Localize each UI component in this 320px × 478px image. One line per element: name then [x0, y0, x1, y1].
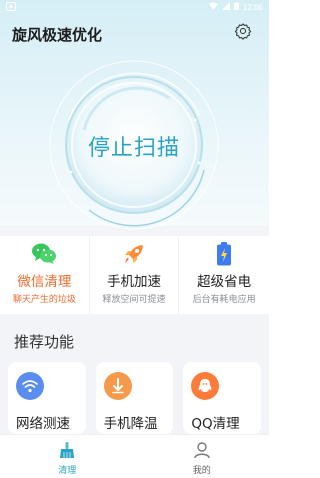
status-time: 12:06	[242, 2, 263, 12]
status-bar: 12:06	[0, 0, 269, 14]
battery-status-icon	[233, 2, 239, 12]
nav-label: 清理	[58, 466, 77, 476]
recommend-label: QQ清理	[191, 416, 240, 432]
feature-row: 微信清理 聊天产生的垃圾 手机加速 释放空间可提速 超级省电 后台有耗电应用	[0, 236, 269, 314]
scan-button[interactable]: 停止扫描	[49, 60, 219, 230]
feature-title: 超级省电	[197, 274, 252, 290]
wifi-icon	[16, 372, 44, 400]
signal-icon	[221, 2, 230, 12]
wechat-icon	[31, 242, 57, 266]
feature-title: 手机加速	[106, 274, 161, 290]
nav-item-mine[interactable]: 我的	[135, 435, 270, 478]
user-icon	[193, 441, 211, 461]
battery-icon	[216, 242, 232, 266]
recommend-label: 手机降温	[103, 416, 158, 432]
recommend-qq-clean[interactable]: QQ清理	[183, 362, 262, 434]
wifi-status-icon	[208, 2, 218, 12]
rocket-icon	[122, 242, 146, 266]
recommend-row: 网络测速 手机降温 QQ清理	[8, 362, 262, 434]
recommend-network-speed[interactable]: 网络测速	[8, 362, 86, 434]
scan-label: 停止扫描	[87, 136, 180, 161]
qq-icon	[191, 372, 220, 400]
gear-icon	[234, 22, 252, 45]
feature-power-save[interactable]: 超级省电 后台有耗电应用	[179, 236, 269, 314]
app-title: 旋风极速优化	[12, 26, 103, 44]
feature-subtitle: 后台有耗电应用	[192, 295, 256, 305]
bottom-nav: 清理 我的	[0, 434, 269, 478]
feature-subtitle: 释放空间可提速	[102, 295, 166, 305]
feature-phone-boost[interactable]: 手机加速 释放空间可提速	[90, 236, 180, 314]
feature-wechat-clean[interactable]: 微信清理 聊天产生的垃圾	[0, 236, 90, 314]
notification-badge-icon	[6, 2, 16, 13]
recommend-cool-down[interactable]: 手机降温	[95, 362, 174, 434]
nav-label: 我的	[192, 466, 211, 476]
settings-button[interactable]	[232, 22, 254, 44]
feature-title: 微信清理	[17, 274, 72, 290]
recommend-label: 网络测速	[16, 416, 70, 432]
feature-subtitle: 聊天产生的垃圾	[12, 295, 76, 305]
section-title: 推荐功能	[14, 333, 75, 351]
broom-icon	[58, 441, 76, 461]
thermometer-icon	[103, 372, 132, 400]
nav-item-clean[interactable]: 清理	[0, 435, 135, 478]
